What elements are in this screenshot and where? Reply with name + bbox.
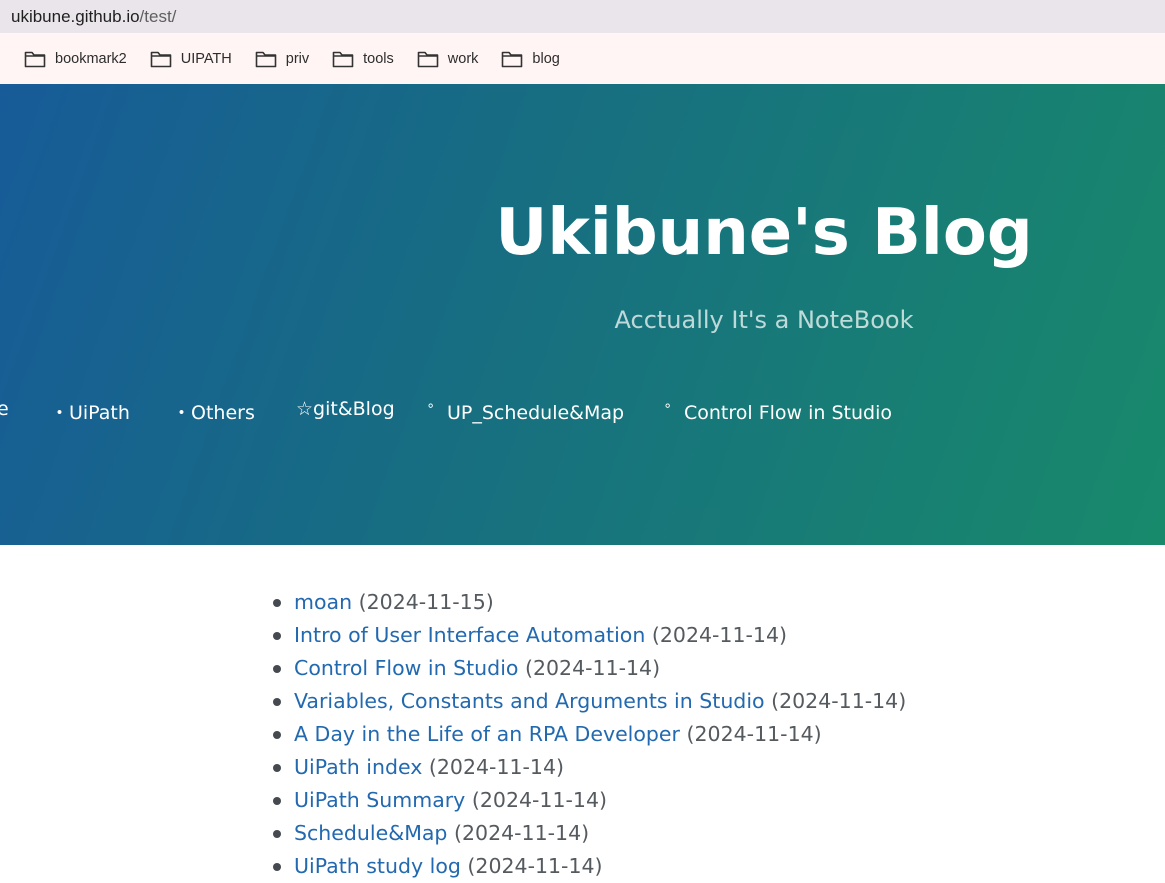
post-link[interactable]: UiPath study log [294,854,461,878]
list-item: Intro of User Interface Automation (2024… [272,619,906,652]
nav-item-control-flow[interactable]: ゜Control Flow in Studio [665,398,892,425]
list-item: Variables, Constants and Arguments in St… [272,685,907,718]
list-item: UiPath index (2024-11-14) [272,751,906,784]
site-header: Ukibune's Blog Acctually It's a NoteBook… [0,84,1165,545]
list-item: moan (2024-11-15) [272,586,906,619]
site-subtitle: Acctually It's a NoteBook [614,306,914,334]
list-item: A Day in the Life of an RPA Developer (2… [272,718,906,751]
bookmark-label: UIPATH [180,50,232,67]
folder-icon [332,51,354,67]
bookmark-label: blog [532,50,560,67]
bookmark-label: priv [285,50,310,67]
post-date: (2024-11-14) [428,755,565,779]
post-link[interactable]: Variables, Constants and Arguments in St… [294,689,765,713]
post-link[interactable]: Intro of User Interface Automation [294,623,645,647]
bookmark-folder-tools[interactable]: tools [332,50,394,68]
nav-item-others[interactable]: ・Others [172,398,255,425]
post-link[interactable]: UiPath Summary [294,788,465,812]
post-date: (2024-11-14) [471,788,607,812]
url-host: ukibune.github.io [11,6,140,26]
bookmark-folder-bookmark2[interactable]: bookmark2 [24,50,127,68]
bookmark-label: bookmark2 [55,50,127,67]
folder-icon [417,51,439,67]
nav-item-uipath[interactable]: ・UiPath [50,398,130,425]
nav-item-partial[interactable]: e [0,398,9,420]
bookmark-folder-priv[interactable]: priv [255,50,309,68]
bookmark-folder-uipath[interactable]: UIPATH [150,50,232,68]
list-item: Schedule&Map (2024-11-14) [272,817,906,850]
post-link[interactable]: Control Flow in Studio [294,656,518,680]
post-link[interactable]: moan [294,590,352,614]
post-link[interactable]: A Day in the Life of an RPA Developer [294,722,680,746]
post-date: (2024-11-14) [524,656,661,680]
post-date: (2024-11-14) [453,821,590,845]
nav-item-git-blog[interactable]: ☆git&Blog [296,398,395,420]
nav-item-up-schedule-map[interactable]: ゜UP_Schedule&Map [428,398,624,425]
list-item: Control Flow in Studio (2024-11-14) [272,652,906,685]
post-date: (2024-11-14) [686,722,822,746]
site-title: Ukibune's Blog [495,196,1033,270]
post-list: moan (2024-11-15) Intro of User Interfac… [272,586,907,883]
folder-icon [24,51,46,67]
folder-icon [255,51,277,67]
folder-icon [150,51,172,67]
bookmark-folder-blog[interactable]: blog [501,50,560,68]
post-date: (2024-11-14) [771,689,907,713]
list-item: UiPath study log (2024-11-14) [272,850,906,883]
address-bar[interactable]: ukibune.github.io/test/ [0,0,1165,33]
post-link[interactable]: Schedule&Map [294,821,447,845]
list-item: UiPath Summary (2024-11-14) [272,784,906,817]
url-path: /test/ [139,6,177,26]
bookmarks-bar: bookmark2 UIPATH priv tools work blog [0,33,1165,84]
post-date: (2024-11-15) [358,590,494,614]
bookmark-folder-work[interactable]: work [417,50,479,68]
bookmark-label: tools [363,50,394,67]
post-date: (2024-11-14) [651,623,787,647]
bookmark-label: work [447,50,479,67]
post-link[interactable]: UiPath index [294,755,422,779]
post-date: (2024-11-14) [467,854,603,878]
folder-icon [502,51,523,67]
